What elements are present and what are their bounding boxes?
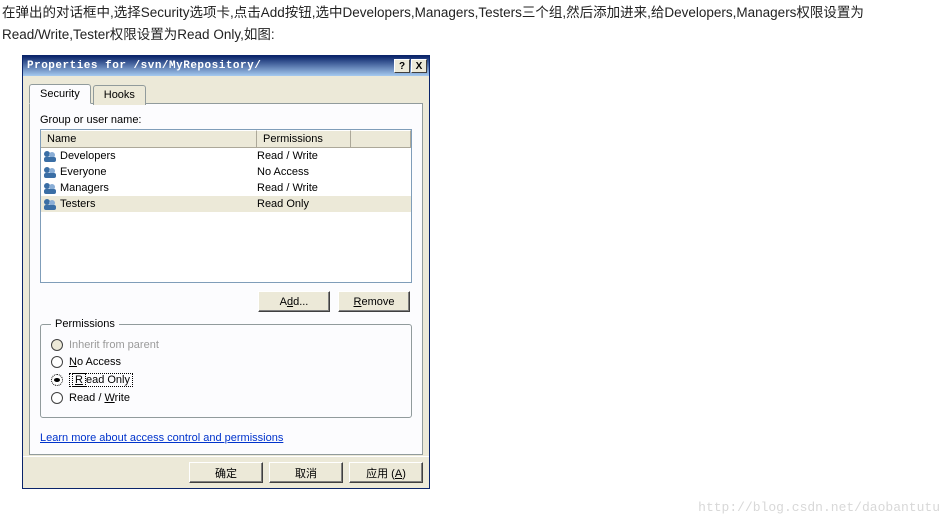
add-button[interactable]: Add...	[258, 291, 330, 312]
ok-button[interactable]: 确定	[189, 462, 263, 483]
group-icon	[43, 165, 57, 179]
properties-dialog: Properties for /svn/MyRepository/ ? X Se…	[22, 55, 430, 489]
group-icon	[43, 181, 57, 195]
radio-icon	[51, 392, 63, 404]
group-user-label: Group or user name:	[40, 114, 412, 126]
radio-icon	[51, 356, 63, 368]
tab-security[interactable]: Security	[29, 84, 91, 104]
row-permission: Read Only	[257, 198, 397, 210]
row-permission: No Access	[257, 166, 397, 178]
table-row[interactable]: Everyone No Access	[41, 164, 411, 180]
dialog-button-row: 确定 取消 应用 (A)	[23, 456, 429, 488]
radio-icon	[51, 339, 63, 351]
radio-read-only[interactable]: Read Only	[51, 373, 401, 387]
tab-hooks[interactable]: Hooks	[93, 85, 146, 105]
remove-button[interactable]: Remove	[338, 291, 410, 312]
group-icon	[43, 197, 57, 211]
column-header-permissions[interactable]: Permissions	[257, 130, 351, 148]
watermark: http://blog.csdn.net/daobantutu	[698, 500, 940, 515]
help-button[interactable]: ?	[394, 59, 410, 73]
radio-icon	[51, 374, 63, 386]
column-header-name[interactable]: Name	[41, 130, 257, 148]
radio-no-access[interactable]: No Access	[51, 356, 401, 368]
learn-more-link[interactable]: Learn more about access control and perm…	[40, 432, 283, 444]
column-header-spacer	[351, 130, 411, 148]
titlebar[interactable]: Properties for /svn/MyRepository/ ? X	[23, 56, 429, 76]
close-button[interactable]: X	[411, 59, 427, 73]
cancel-button[interactable]: 取消	[269, 462, 343, 483]
table-row[interactable]: Testers Read Only	[41, 196, 411, 212]
group-icon	[43, 149, 57, 163]
row-name: Everyone	[60, 166, 106, 178]
group-user-list[interactable]: Name Permissions Developers Read / Write	[40, 129, 412, 283]
row-name: Testers	[60, 198, 95, 210]
window-title: Properties for /svn/MyRepository/	[27, 60, 394, 72]
tab-panel-security: Group or user name: Name Permissions Dev…	[29, 103, 423, 455]
radio-inherit: Inherit from parent	[51, 339, 401, 351]
table-row[interactable]: Developers Read / Write	[41, 148, 411, 164]
permissions-groupbox: Permissions Inherit from parent No Acces…	[40, 318, 412, 418]
row-permission: Read / Write	[257, 182, 397, 194]
row-name: Managers	[60, 182, 109, 194]
row-name: Developers	[60, 150, 116, 162]
row-permission: Read / Write	[257, 150, 397, 162]
tab-row: Security Hooks	[29, 84, 423, 104]
radio-read-write[interactable]: Read / Write	[51, 392, 401, 404]
table-row[interactable]: Managers Read / Write	[41, 180, 411, 196]
permissions-legend: Permissions	[51, 318, 119, 330]
apply-button[interactable]: 应用 (A)	[349, 462, 423, 483]
instruction-text: 在弹出的对话框中,选择Security选项卡,点击Add按钮,选中Develop…	[0, 0, 950, 47]
